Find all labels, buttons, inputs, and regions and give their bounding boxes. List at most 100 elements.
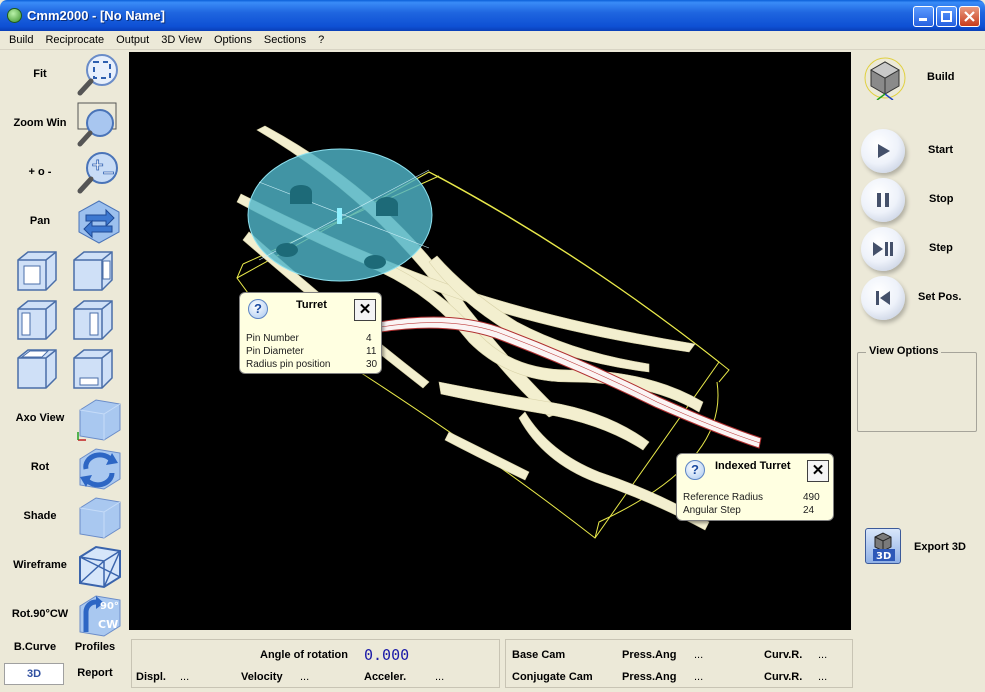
export-3d-icon-text: 3D: [876, 551, 891, 562]
menu-options[interactable]: Options: [208, 34, 258, 46]
indexed-reference-radius-value: 490: [803, 492, 820, 503]
shade-cube-icon[interactable]: [76, 494, 122, 540]
conjugate-pressure-angle-label: Press.Ang: [622, 671, 677, 683]
indexed-angular-step-label: Angular Step: [683, 505, 741, 516]
build-cube-icon[interactable]: [863, 56, 907, 100]
view-left-cube-icon[interactable]: [14, 297, 60, 343]
turret-help-icon[interactable]: ?: [248, 299, 268, 319]
play-icon: [878, 144, 890, 158]
step-play-pause-icon: [873, 242, 893, 256]
indexed-turret-popup-close-button[interactable]: ✕: [807, 460, 829, 482]
shade-tool[interactable]: Shade: [4, 494, 126, 540]
wireframe-label: Wireframe: [13, 559, 67, 571]
fit-magnifier-icon[interactable]: [76, 52, 122, 98]
conjugate-cam-label: Conjugate Cam: [512, 671, 593, 683]
view-options-group: View Options: [857, 345, 977, 432]
view-bottom-cube-icon[interactable]: [70, 346, 116, 392]
close-icon: [964, 11, 975, 22]
view-back-cube-icon[interactable]: [70, 248, 116, 294]
minimize-button[interactable]: [913, 6, 934, 27]
step-button[interactable]: [861, 227, 905, 271]
rot90-icon-cw: CW: [98, 618, 118, 631]
base-curvature-radius-value: ...: [818, 649, 828, 661]
zoom-window-tool[interactable]: Zoom Win: [4, 101, 126, 147]
fit-tool[interactable]: Fit: [4, 52, 126, 98]
base-cam-label: Base Cam: [512, 649, 566, 661]
view-right-cube-icon[interactable]: [70, 297, 116, 343]
axo-view-label: Axo View: [15, 412, 65, 424]
menu-build[interactable]: Build: [3, 34, 39, 46]
export-3d-icon: 3D: [873, 532, 895, 562]
stop-button[interactable]: [861, 178, 905, 222]
axo-view-tool[interactable]: Axo View: [4, 396, 126, 442]
displacement-label: Displ.: [136, 671, 166, 683]
acceleration-value: ...: [435, 671, 445, 683]
cam-status-panel: Base Cam Press.Ang ... Curv.R. ... Conju…: [505, 639, 853, 688]
zoom-plus-minus-icon[interactable]: + −: [76, 150, 122, 196]
app-icon[interactable]: [7, 8, 22, 23]
motion-status-panel: Angle of rotation 0.000 Displ. ... Veloc…: [131, 639, 500, 688]
pan-tool[interactable]: Pan: [4, 199, 126, 245]
rot-label: Rot: [30, 461, 50, 473]
cam-profile-strip: [378, 316, 762, 449]
conjugate-pressure-angle-value: ...: [694, 671, 704, 683]
turret-radius-pin-value: 30: [366, 359, 378, 370]
turret-disc: [247, 148, 433, 282]
minimize-icon: [919, 18, 927, 21]
view-front-cube-icon[interactable]: [14, 248, 60, 294]
zoom-window-icon[interactable]: [76, 101, 122, 147]
start-label: Start: [928, 144, 954, 156]
start-button[interactable]: [861, 129, 905, 173]
wireframe-tool[interactable]: Wireframe: [4, 543, 126, 589]
3d-viewport[interactable]: ? Turret ✕ Pin Number 4 Pin Diameter 11 …: [129, 52, 851, 630]
set-position-button[interactable]: [861, 276, 905, 320]
tab-profiles[interactable]: Profiles: [70, 641, 120, 653]
window-title: Cmm2000 - [No Name]: [27, 8, 165, 23]
menu-reciprocate[interactable]: Reciprocate: [39, 34, 110, 46]
rotate-90-cw-tool[interactable]: Rot.90°CW 90° CW: [4, 592, 126, 638]
displacement-value: ...: [180, 671, 190, 683]
menu-sections[interactable]: Sections: [258, 34, 312, 46]
zoom-in-out-tool[interactable]: + o - + −: [4, 150, 126, 196]
turret-radius-pin-label: Radius pin position: [246, 359, 331, 370]
skip-back-icon: [876, 291, 890, 305]
base-curvature-radius-label: Curv.R.: [764, 649, 803, 661]
close-window-button[interactable]: [959, 6, 980, 27]
wireframe-cube-icon[interactable]: [76, 543, 122, 589]
menu-output[interactable]: Output: [110, 34, 155, 46]
rotate-tool[interactable]: Rot: [4, 445, 126, 491]
indexed-angular-step-value: 24: [803, 505, 815, 516]
fit-label: Fit: [33, 68, 47, 80]
export-3d-label: Export 3D: [914, 541, 966, 553]
conjugate-curvature-radius-label: Curv.R.: [764, 671, 803, 683]
turret-pin-diameter-value: 11: [366, 346, 377, 357]
axo-cube-icon[interactable]: [76, 396, 122, 442]
tab-report[interactable]: Report: [70, 667, 120, 679]
rotate-90-cw-icon[interactable]: 90° CW: [76, 592, 122, 638]
rot90-label: Rot.90°CW: [11, 608, 69, 620]
title-bar: Cmm2000 - [No Name]: [0, 0, 985, 31]
pan-arrows-icon[interactable]: [76, 199, 122, 245]
turret-pin-number-label: Pin Number: [246, 333, 299, 344]
view-top-cube-icon[interactable]: [14, 346, 60, 392]
pause-icon: [877, 193, 889, 207]
indexed-turret-popup-title: Indexed Turret: [715, 460, 791, 472]
tab-3d[interactable]: 3D: [4, 663, 64, 685]
export-3d-button[interactable]: 3D: [865, 528, 901, 564]
cam-3d-scene: [236, 125, 762, 539]
angle-of-rotation-value: 0.000: [364, 646, 410, 664]
indexed-turret-info-popup: ? Indexed Turret ✕ Reference Radius 490 …: [676, 453, 834, 521]
menu-3d-view[interactable]: 3D View: [155, 34, 208, 46]
build-label[interactable]: Build: [927, 71, 955, 83]
turret-popup-close-button[interactable]: ✕: [354, 299, 376, 321]
base-pressure-angle-label: Press.Ang: [622, 649, 677, 661]
tab-bcurve[interactable]: B.Curve: [12, 641, 58, 653]
turret-pin-diameter-label: Pin Diameter: [246, 346, 304, 357]
menu-bar: Build Reciprocate Output 3D View Options…: [0, 31, 985, 50]
rotate-cube-icon[interactable]: [76, 445, 122, 491]
indexed-reference-radius-label: Reference Radius: [683, 492, 764, 503]
indexed-turret-help-icon[interactable]: ?: [685, 460, 705, 480]
menu-help[interactable]: ?: [312, 34, 330, 46]
maximize-button[interactable]: [936, 6, 957, 27]
conjugate-curvature-radius-value: ...: [818, 671, 828, 683]
